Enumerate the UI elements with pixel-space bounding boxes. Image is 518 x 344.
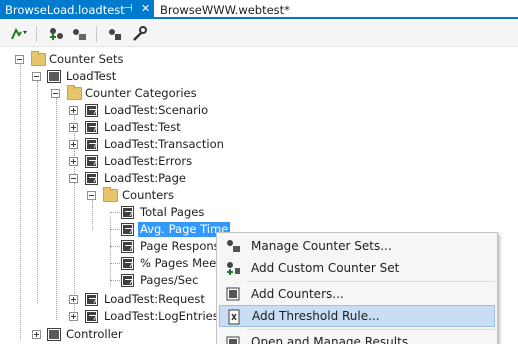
counter-icon xyxy=(121,257,134,270)
menu-separator xyxy=(247,329,495,330)
tree-line xyxy=(110,280,120,281)
menu-item-manage-counter-sets[interactable]: Manage Counter Sets... xyxy=(219,235,495,257)
tree-node-label: Counter Sets xyxy=(49,52,124,66)
counter-icon xyxy=(121,240,134,253)
tree-node-label: Pages/Sec xyxy=(140,273,199,287)
expand-icon[interactable] xyxy=(69,123,78,132)
counter-category-icon xyxy=(85,121,98,134)
folder-icon xyxy=(103,187,118,202)
expand-icon[interactable] xyxy=(69,140,78,149)
tree-node-label: LoadTest xyxy=(66,69,117,83)
menu-item-open-manage-results[interactable]: Open and Manage Results... xyxy=(219,331,495,344)
tree-line xyxy=(110,217,111,286)
tree-node-label: % Pages Meeti xyxy=(140,256,224,270)
close-icon[interactable]: ✕ xyxy=(141,2,150,15)
tree-node-label: Controller xyxy=(66,327,123,341)
tree-node-label: LoadTest:LogEntries xyxy=(104,309,219,323)
menu-item-label: Add Threshold Rule... xyxy=(252,309,380,323)
manage-icon xyxy=(73,29,86,40)
manage-button[interactable] xyxy=(68,24,90,44)
add-custom-counter-set-icon xyxy=(227,262,240,275)
tree-line xyxy=(56,98,57,320)
counter-category-icon xyxy=(85,104,98,117)
properties-button[interactable] xyxy=(104,24,126,44)
tab-title: BrowseLoad.loadtest xyxy=(5,2,125,17)
menu-item-label: Manage Counter Sets... xyxy=(251,239,392,253)
tree-line xyxy=(110,212,120,213)
counter-icon xyxy=(121,206,134,219)
counter-icon xyxy=(121,223,134,236)
tree-node-label: LoadTest:Request xyxy=(104,292,205,306)
tree-node-label: LoadTest:Page xyxy=(104,171,186,185)
collapse-icon[interactable] xyxy=(69,174,78,183)
menu-item-add-counters[interactable]: Add Counters... xyxy=(219,283,495,305)
context-menu: Manage Counter Sets... Add Custom Counte… xyxy=(216,232,498,344)
open-results-icon xyxy=(226,336,240,344)
tree-node-label: LoadTest:Scenario xyxy=(104,103,209,117)
controller-icon xyxy=(47,328,61,341)
tab-browsewww-webtest[interactable]: BrowseWWW.webtest* xyxy=(157,0,317,19)
add-counters-icon xyxy=(226,287,240,301)
settings-icon xyxy=(109,29,121,40)
counter-category-icon xyxy=(85,155,98,168)
tree-line xyxy=(37,81,38,303)
toolbar xyxy=(0,21,518,47)
collapse-icon[interactable] xyxy=(32,72,41,81)
menu-item-add-custom-counter-set[interactable]: Add Custom Counter Set xyxy=(219,257,495,279)
tree-line xyxy=(110,263,120,264)
tree-line xyxy=(110,246,120,247)
counter-category-icon xyxy=(85,172,98,185)
manage-counter-sets-icon xyxy=(227,240,240,252)
counter-category-icon xyxy=(85,293,98,306)
tree-line xyxy=(92,200,93,230)
counter-category-icon xyxy=(85,310,98,323)
expand-icon[interactable] xyxy=(69,295,78,304)
add-counter-icon xyxy=(50,28,63,40)
menu-item-label: Open and Manage Results... xyxy=(251,335,420,344)
tree-node-label: Counter Categories xyxy=(85,86,197,100)
tree-node-label: LoadTest:Test xyxy=(104,120,181,134)
collapse-icon[interactable] xyxy=(51,89,60,98)
collapse-icon[interactable] xyxy=(87,191,96,200)
expand-icon[interactable] xyxy=(32,330,41,339)
wrench-icon xyxy=(133,26,147,41)
document-tab-bar: BrowseLoad.loadtest ⊣ ✕ BrowseWWW.webtes… xyxy=(0,0,518,19)
collapse-icon[interactable] xyxy=(15,55,24,64)
toolbar-separator xyxy=(96,26,97,42)
menu-item-label: Add Counters... xyxy=(251,287,344,301)
wrench-button[interactable] xyxy=(128,24,150,44)
tree-line xyxy=(110,229,120,230)
toolbar-separator xyxy=(36,26,37,42)
expand-icon[interactable] xyxy=(69,312,78,321)
expand-icon[interactable] xyxy=(69,157,78,166)
pin-icon[interactable]: ⊣ xyxy=(124,3,133,14)
menu-item-add-threshold-rule[interactable]: Add Threshold Rule... xyxy=(219,305,495,327)
run-test-icon xyxy=(11,27,27,40)
folder-icon xyxy=(31,51,46,66)
run-test-button[interactable] xyxy=(8,24,30,44)
counter-icon xyxy=(121,274,134,287)
tree-node-label: Page Respons xyxy=(140,239,220,253)
menu-separator xyxy=(247,281,495,282)
tree-line xyxy=(20,64,21,339)
tree-node-label: Counters xyxy=(122,188,174,202)
tree-node-label: Total Pages xyxy=(140,205,205,219)
expand-icon[interactable] xyxy=(69,106,78,115)
tree-node-label: LoadTest:Errors xyxy=(104,154,193,168)
counter-category-icon xyxy=(85,138,98,151)
tab-browseload-loadtest[interactable]: BrowseLoad.loadtest ⊣ ✕ xyxy=(0,0,154,19)
tab-title: BrowseWWW.webtest* xyxy=(160,2,290,17)
tree-node-label: LoadTest:Transaction xyxy=(104,137,224,151)
loadtest-icon xyxy=(47,70,61,83)
menu-item-label: Add Custom Counter Set xyxy=(251,261,400,275)
threshold-rule-icon xyxy=(228,309,240,325)
add-counter-button[interactable] xyxy=(46,24,68,44)
folder-icon xyxy=(67,85,82,100)
